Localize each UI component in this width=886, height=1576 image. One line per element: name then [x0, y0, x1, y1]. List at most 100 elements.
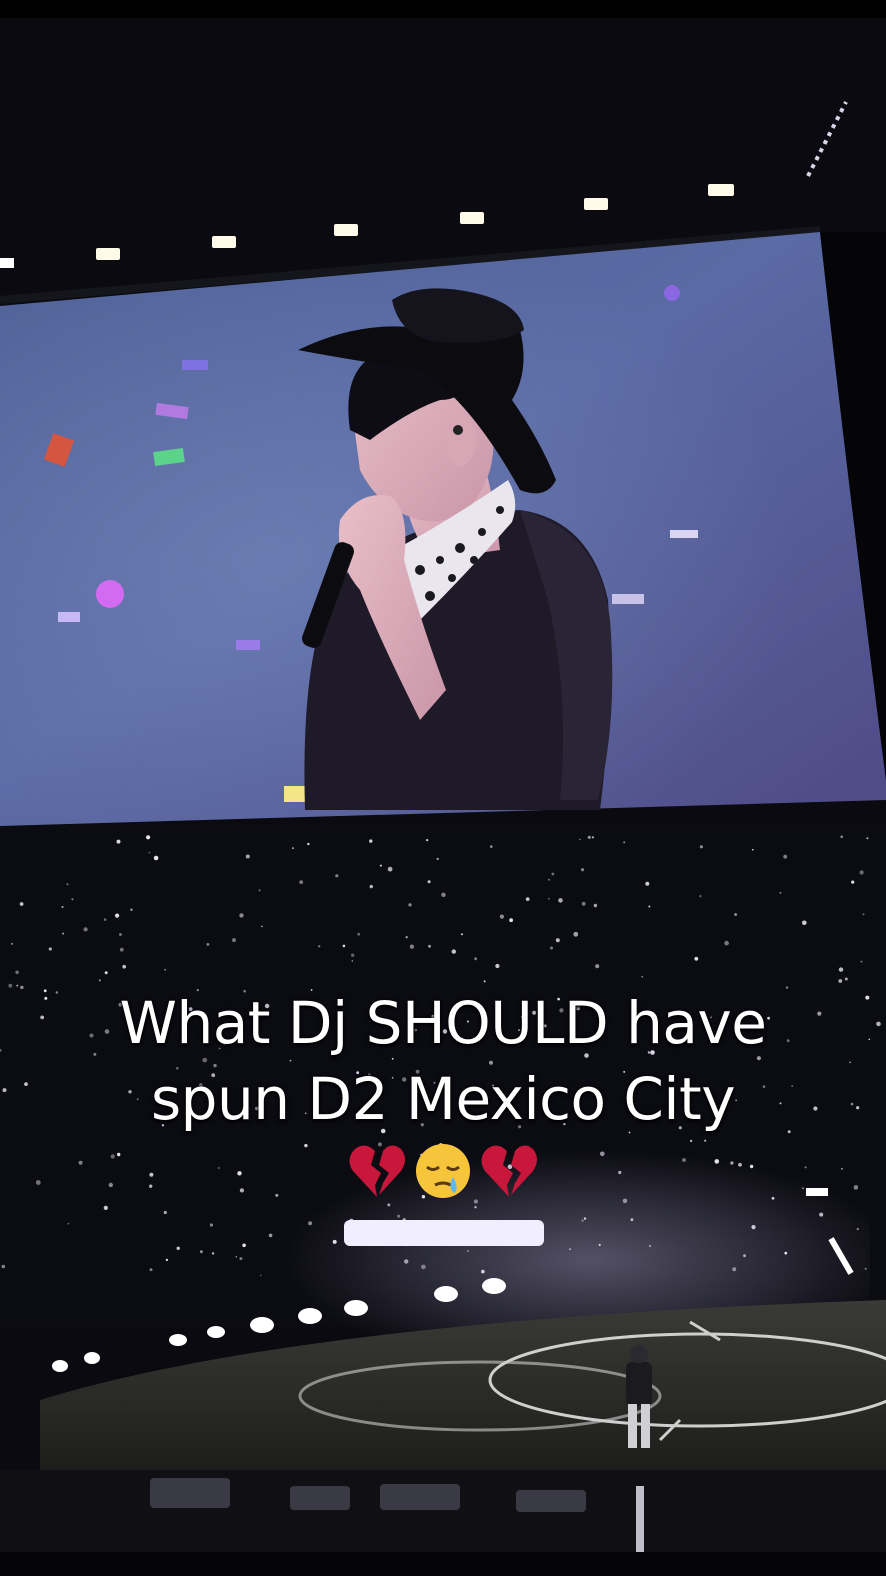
phone-light [115, 913, 120, 918]
concert-scene [0, 18, 886, 1560]
phone-light [451, 949, 456, 954]
phone-light [153, 855, 159, 861]
phone-light [499, 914, 504, 919]
phone-light [427, 880, 431, 884]
phone-light [119, 933, 122, 936]
phone-light [474, 1206, 477, 1209]
phone-light [164, 969, 166, 971]
phone-light [122, 964, 126, 969]
phone-light [856, 1227, 859, 1231]
phone-light [397, 1214, 401, 1218]
phone-light [163, 1210, 167, 1215]
broken-heart-icon [481, 1145, 537, 1197]
phone-light [856, 1106, 860, 1110]
phone-light [593, 903, 598, 908]
phone-light [209, 1223, 213, 1227]
phone-light [103, 1205, 108, 1210]
phone-light [405, 936, 408, 939]
phone-light [623, 841, 626, 844]
phone-light [428, 944, 431, 948]
phone-light [866, 837, 869, 840]
phone-light [211, 1252, 215, 1255]
phone-light [404, 1259, 409, 1264]
phone-light [83, 927, 88, 932]
phone-light [176, 1246, 180, 1251]
phone-light [783, 854, 788, 859]
video-frame: What Dj SHOULD have spun D2 Mexico City [0, 0, 886, 1576]
phone-light [580, 868, 585, 872]
phone-light [579, 838, 581, 841]
phone-light [495, 963, 500, 969]
phone-light [525, 897, 530, 901]
phone-light [483, 980, 486, 983]
phone-light [587, 835, 591, 839]
phone-light [258, 889, 261, 892]
phone-light [245, 854, 250, 859]
phone-light [43, 989, 47, 993]
phone-light [318, 945, 321, 948]
phone-light [148, 851, 151, 854]
phone-light [409, 944, 414, 949]
phone-light [44, 996, 48, 1000]
phone-light [558, 898, 563, 903]
phone-light [732, 1267, 737, 1272]
phone-light [421, 1264, 426, 1270]
phone-light [840, 1167, 843, 1170]
phone-light [441, 892, 446, 897]
phone-light [694, 956, 699, 961]
phone-light [146, 835, 151, 840]
phone-light [844, 977, 848, 981]
phone-light [436, 857, 439, 861]
phone-light [868, 1038, 871, 1041]
phone-light [862, 913, 865, 916]
phone-light [550, 946, 553, 950]
phone-light [724, 940, 729, 946]
phone-light [369, 884, 373, 889]
phone-light [206, 943, 210, 946]
phone-light [779, 891, 782, 894]
phone-light [308, 1221, 313, 1226]
phone-light [165, 1258, 169, 1262]
caption-line-1: What Dj SHOULD have [119, 989, 767, 1057]
phone-light [292, 847, 294, 849]
phone-light [55, 991, 58, 994]
bottom-black-bar [0, 1552, 886, 1576]
phone-light [751, 1225, 756, 1230]
phone-light [784, 1251, 788, 1255]
phone-light [104, 971, 108, 975]
phone-light [67, 1222, 70, 1225]
phone-light [19, 902, 24, 906]
phone-light [260, 1274, 262, 1277]
phone-light [819, 1212, 824, 1217]
phone-light [15, 970, 19, 975]
phone-light [474, 957, 477, 961]
phone-light [62, 932, 65, 935]
phone-light [859, 870, 864, 875]
phone-light [149, 1268, 153, 1272]
phone-light [548, 878, 550, 881]
phone-light [734, 913, 737, 916]
phone-light [242, 1243, 246, 1248]
phone-light [851, 880, 855, 884]
phone-light [119, 947, 124, 952]
phone-light [10, 942, 13, 945]
phone-light [239, 1257, 243, 1261]
phone-light [48, 947, 52, 951]
phone-light [332, 1239, 337, 1244]
phone-light [261, 925, 263, 928]
phone-light [351, 960, 354, 962]
phone-light [24, 1082, 28, 1086]
phone-light [838, 967, 844, 972]
phone-light [467, 1250, 469, 1252]
broken-heart-icon [349, 1145, 405, 1197]
phone-light [369, 839, 373, 843]
phone-light [645, 881, 650, 886]
phone-light [61, 906, 64, 908]
phone-light [2, 1088, 7, 1093]
phone-light [864, 1267, 867, 1271]
phone-light [200, 1250, 203, 1254]
phone-light [569, 1248, 571, 1251]
phone-light [71, 898, 74, 901]
phone-light [103, 918, 107, 921]
phone-light [16, 984, 19, 987]
